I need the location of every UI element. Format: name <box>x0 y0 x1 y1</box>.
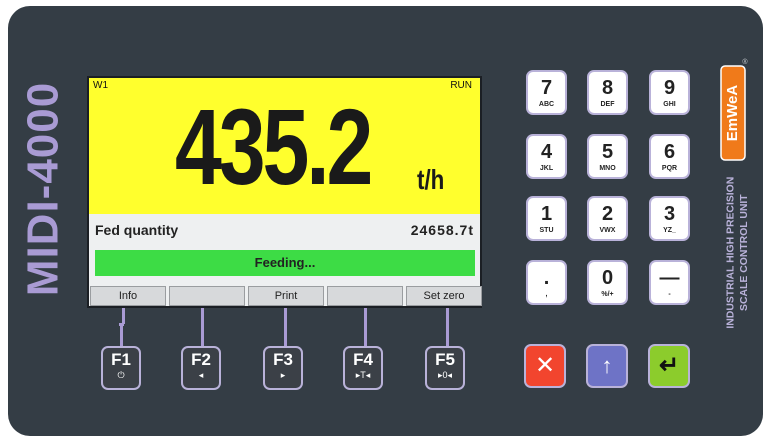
key-letters: %/+ <box>601 291 614 298</box>
cancel-button[interactable]: ✕ <box>524 344 566 388</box>
fed-quantity-label: Fed quantity <box>95 222 179 238</box>
key-digit: 8 <box>601 77 614 99</box>
key-0[interactable]: 0 %/+ <box>587 260 628 305</box>
zero-icon: ▸0◂ <box>437 370 453 380</box>
status-bar: Feeding... <box>95 250 475 276</box>
power-icon: ⏻ <box>117 370 125 380</box>
right-arrow-icon: ▸ <box>280 370 286 380</box>
f5-label: F5 <box>435 350 455 369</box>
key-8[interactable]: 8 DEF <box>587 70 628 115</box>
key-letters: - <box>668 291 671 298</box>
key-letters: , <box>545 291 548 298</box>
f2-key[interactable]: F2 ◂ <box>181 346 221 390</box>
svg-text:INDUSTRIAL HIGH PRECISION: INDUSTRIAL HIGH PRECISION <box>725 177 736 329</box>
key-letters: YZ_ <box>663 227 676 234</box>
up-button[interactable]: ↑ <box>586 344 628 388</box>
key-letters: ABC <box>538 101 555 108</box>
svg-text:EmWeA: EmWeA <box>724 85 741 142</box>
emwea-logo: EmWeA ® <box>720 58 748 161</box>
key-digit: 4 <box>540 141 553 163</box>
svg-text:®: ® <box>742 58 748 66</box>
key-digit: 3 <box>663 203 676 225</box>
main-unit: t/h <box>417 164 445 195</box>
f1-key[interactable]: F1 ⏻ <box>101 346 141 390</box>
f1-label: F1 <box>111 350 131 369</box>
svg-text:SCALE CONTROL UNIT: SCALE CONTROL UNIT <box>739 194 750 311</box>
enter-button[interactable]: ↵ <box>648 344 690 388</box>
measurement-area: W1 RUN 435.2 t/h <box>89 78 480 214</box>
key-digit: 9 <box>663 77 676 99</box>
key-digit: 5 <box>601 141 614 163</box>
key-digit: 0 <box>601 267 614 289</box>
key-1[interactable]: 1 STU <box>526 196 567 241</box>
key-digit: 6 <box>663 141 676 163</box>
key-letters: GHI <box>663 101 676 108</box>
key-dot[interactable]: . , <box>526 260 567 305</box>
f4-label: F4 <box>353 350 373 369</box>
softkey-2 <box>169 286 245 306</box>
key-digit: 2 <box>601 203 614 225</box>
connector-line <box>201 308 204 348</box>
connector-line <box>122 308 125 324</box>
softkey-set-zero: Set zero <box>406 286 482 306</box>
key-letters: STU <box>539 227 554 234</box>
run-state: RUN <box>450 80 472 91</box>
f3-label: F3 <box>273 350 293 369</box>
key-9[interactable]: 9 GHI <box>649 70 690 115</box>
f4-key[interactable]: F4 ▸T◂ <box>343 346 383 390</box>
key-digit: 1 <box>540 203 553 225</box>
fed-quantity-value: 24658.7t <box>410 222 474 238</box>
key-letters: MNO <box>599 165 616 172</box>
key-minus[interactable]: — - <box>649 260 690 305</box>
key-letters: VWX <box>599 227 616 234</box>
f2-label: F2 <box>191 350 211 369</box>
key-digit: — <box>659 267 680 289</box>
f5-key[interactable]: F5 ▸0◂ <box>425 346 465 390</box>
connector-line <box>120 323 123 347</box>
key-7[interactable]: 7 ABC <box>526 70 567 115</box>
channel-label: W1 <box>93 80 108 91</box>
lcd-display: W1 RUN 435.2 t/h Fed quantity 24658.7t F… <box>87 76 482 308</box>
enter-icon: ↵ <box>658 352 680 379</box>
connector-line <box>284 308 287 348</box>
connector-line <box>446 308 449 348</box>
softkey-info: Info <box>90 286 166 306</box>
key-digit: . <box>543 267 550 289</box>
left-arrow-icon: ◂ <box>198 370 204 380</box>
svg-text:MIDI-4000: MIDI-4000 <box>22 82 68 296</box>
softkey-4 <box>327 286 403 306</box>
side-description: INDUSTRIAL HIGH PRECISION SCALE CONTROL … <box>725 177 750 329</box>
key-6[interactable]: 6 PQR <box>649 134 690 179</box>
softkey-print: Print <box>248 286 324 306</box>
connector-line <box>364 308 367 348</box>
key-letters: JKL <box>539 165 554 172</box>
key-2[interactable]: 2 VWX <box>587 196 628 241</box>
tare-icon: ▸T◂ <box>355 370 371 380</box>
up-arrow-icon: ↑ <box>601 353 613 378</box>
key-5[interactable]: 5 MNO <box>587 134 628 179</box>
close-icon: ✕ <box>534 352 556 379</box>
key-3[interactable]: 3 YZ_ <box>649 196 690 241</box>
model-name: MIDI-4000 <box>22 82 68 296</box>
key-4[interactable]: 4 JKL <box>526 134 567 179</box>
key-letters: PQR <box>661 165 678 172</box>
key-digit: 7 <box>540 77 553 99</box>
key-letters: DEF <box>600 101 615 108</box>
f3-key[interactable]: F3 ▸ <box>263 346 303 390</box>
main-value: 435.2 <box>175 86 373 207</box>
